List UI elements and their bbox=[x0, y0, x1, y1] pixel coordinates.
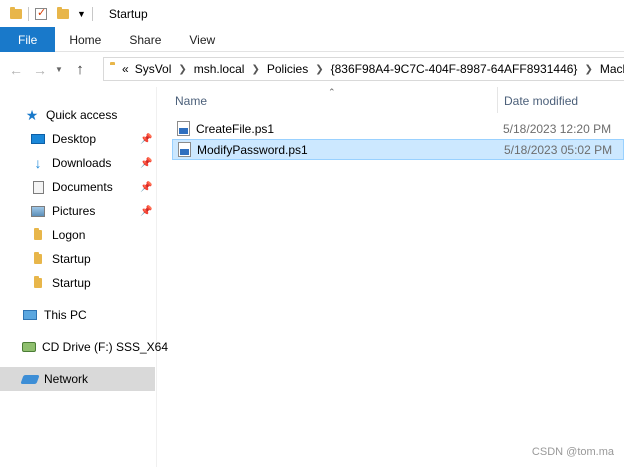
title-bar: ▼ Startup bbox=[0, 0, 624, 27]
downloads-icon: ↓ bbox=[34, 155, 42, 171]
file-date-modified: 5/18/2023 12:20 PM bbox=[503, 121, 612, 136]
file-name: ModifyPassword.ps1 bbox=[197, 142, 308, 157]
file-row[interactable]: CreateFile.ps1 5/18/2023 12:20 PM bbox=[172, 118, 624, 139]
sidebar-item-pictures[interactable]: Pictures 📌 bbox=[0, 199, 155, 223]
sidebar-item-quick-access[interactable]: ★ Quick access bbox=[0, 103, 155, 127]
breadcrumb-sysvol[interactable]: SysVol bbox=[135, 62, 172, 76]
back-arrow-icon[interactable]: ← bbox=[6, 62, 26, 78]
up-arrow-icon[interactable]: ↑ bbox=[70, 61, 90, 78]
sidebar-item-downloads[interactable]: ↓ Downloads 📌 bbox=[0, 151, 155, 175]
powershell-file-icon bbox=[177, 121, 190, 136]
customize-dropdown-icon[interactable]: ▼ bbox=[77, 9, 86, 19]
cd-drive-icon bbox=[22, 339, 36, 355]
documents-icon bbox=[30, 179, 46, 195]
column-header-date-modified[interactable]: Date modified bbox=[504, 91, 624, 111]
computer-icon bbox=[22, 307, 38, 323]
breadcrumb-machine[interactable]: Machin bbox=[600, 62, 624, 76]
file-row-selected[interactable]: ModifyPassword.ps1 5/18/2023 05:02 PM bbox=[172, 139, 624, 160]
tab-file[interactable]: File bbox=[0, 27, 56, 52]
tab-home[interactable]: Home bbox=[55, 27, 115, 52]
network-icon bbox=[20, 371, 40, 387]
address-bar[interactable]: « SysVol ❯ msh.local ❯ Policies ❯ {836F9… bbox=[103, 57, 624, 81]
sidebar-item-network[interactable]: Network bbox=[0, 367, 155, 391]
forward-arrow-icon[interactable]: → bbox=[30, 62, 50, 78]
column-divider[interactable] bbox=[497, 87, 498, 113]
star-icon: ★ bbox=[25, 106, 39, 123]
tab-share[interactable]: Share bbox=[115, 27, 175, 52]
new-folder-icon[interactable] bbox=[57, 6, 69, 19]
watermark: CSDN @tom.ma bbox=[531, 446, 614, 458]
sidebar-item-label: Documents bbox=[52, 180, 113, 194]
pin-icon: 📌 bbox=[140, 181, 153, 193]
sidebar-item-startup[interactable]: Startup bbox=[0, 271, 155, 295]
sidebar-item-label: Logon bbox=[52, 228, 86, 242]
pictures-icon bbox=[30, 203, 46, 219]
ribbon-tabs: File Home Share View bbox=[0, 27, 624, 52]
properties-icon[interactable] bbox=[35, 6, 47, 20]
window-title: Startup bbox=[108, 6, 148, 21]
sidebar-item-logon[interactable]: Logon bbox=[0, 223, 155, 247]
recent-locations-chevron-icon[interactable]: ▼ bbox=[52, 65, 66, 74]
sidebar-item-label: This PC bbox=[44, 308, 87, 322]
chevron-right-icon[interactable]: ❯ bbox=[584, 64, 592, 75]
file-date-modified: 5/18/2023 05:02 PM bbox=[504, 142, 613, 157]
sidebar-item-label: Desktop bbox=[52, 132, 97, 146]
column-header-name[interactable]: Name bbox=[175, 91, 495, 111]
sidebar-item-documents[interactable]: Documents 📌 bbox=[0, 175, 155, 199]
address-row: ← → ▼ ↑ « SysVol ❯ msh.local ❯ Policies … bbox=[0, 52, 624, 87]
sidebar-item-cd-drive[interactable]: CD Drive (F:) SSS_X64 bbox=[0, 335, 168, 359]
sidebar-item-label: Pictures bbox=[52, 204, 96, 218]
folder-icon bbox=[30, 251, 46, 267]
breadcrumb-overflow[interactable]: « bbox=[122, 62, 129, 76]
sidebar-item-label: CD Drive (F:) SSS_X64 bbox=[42, 340, 169, 354]
breadcrumb-policies[interactable]: Policies bbox=[267, 62, 308, 76]
sidebar-item-label: Startup bbox=[52, 276, 91, 290]
file-name: CreateFile.ps1 bbox=[196, 121, 275, 136]
sidebar-item-startup[interactable]: Startup bbox=[0, 247, 155, 271]
folder-icon bbox=[30, 227, 46, 243]
sidebar-item-this-pc[interactable]: This PC bbox=[0, 303, 155, 327]
toolbar-divider bbox=[91, 6, 93, 21]
powershell-file-icon bbox=[178, 142, 191, 157]
pin-icon: 📌 bbox=[140, 133, 153, 145]
pin-icon: 📌 bbox=[140, 205, 153, 217]
sidebar-item-label: Quick access bbox=[46, 108, 118, 122]
sidebar-item-label: Startup bbox=[52, 252, 91, 266]
chevron-right-icon[interactable]: ❯ bbox=[251, 64, 259, 75]
tab-view[interactable]: View bbox=[175, 27, 229, 52]
file-list: ⌃ Name Date modified CreateFile.ps1 5/18… bbox=[158, 87, 624, 467]
sidebar-item-label: Downloads bbox=[52, 156, 112, 170]
folder-icon[interactable] bbox=[10, 6, 22, 19]
toolbar-divider bbox=[28, 6, 29, 21]
folder-icon bbox=[30, 275, 46, 291]
sidebar-item-desktop[interactable]: Desktop 📌 bbox=[0, 127, 155, 151]
desktop-icon bbox=[30, 131, 46, 147]
sidebar-item-label: Network bbox=[44, 372, 89, 386]
pin-icon: 📌 bbox=[140, 157, 153, 169]
chevron-right-icon[interactable]: ❯ bbox=[178, 64, 186, 75]
breadcrumb-domain[interactable]: msh.local bbox=[194, 62, 245, 76]
navigation-pane: ★ Quick access Desktop 📌 ↓ Downloads 📌 D… bbox=[0, 87, 168, 467]
chevron-right-icon[interactable]: ❯ bbox=[315, 64, 323, 75]
breadcrumb-policy-guid[interactable]: {836F98A4-9C7C-404F-8987-64AFF8931446} bbox=[331, 62, 578, 76]
